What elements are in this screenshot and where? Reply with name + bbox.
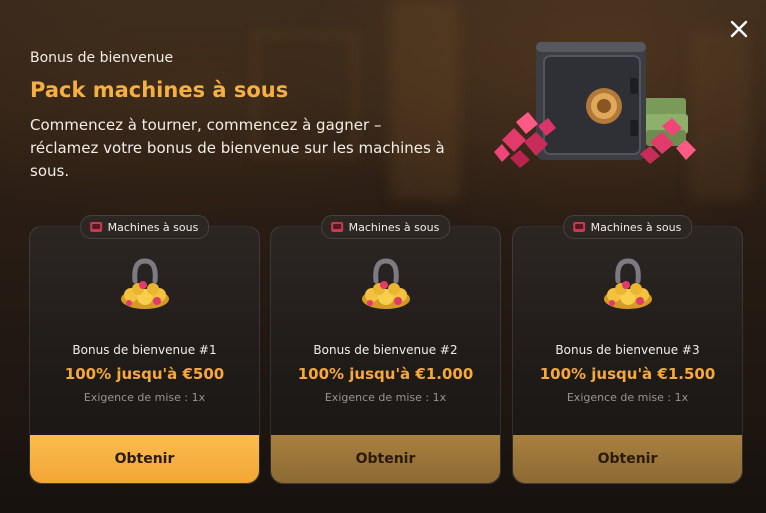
bonus-amount: 100% jusqu'à €1.500 <box>539 365 716 383</box>
claim-button[interactable]: Obtenir <box>271 435 500 483</box>
wagering-requirement: Exigence de mise : 1x <box>324 391 447 404</box>
category-tag-label: Machines à sous <box>107 220 199 234</box>
modal-title: Pack machines à sous <box>30 78 289 102</box>
safe-with-gems-illustration <box>494 42 696 168</box>
wagering-requirement: Exigence de mise : 1x <box>566 391 689 404</box>
slot-machine-icon <box>572 222 585 232</box>
horseshoe-gold-coins-icon <box>361 258 410 309</box>
slot-machine-icon <box>89 222 102 232</box>
bonus-amount: 100% jusqu'à €1.000 <box>297 365 474 383</box>
close-icon <box>730 20 748 38</box>
category-tag: Machines à sous <box>320 215 451 239</box>
wagering-requirement: Exigence de mise : 1x <box>83 391 206 404</box>
bonus-card: Machines à sous Bonus de bienvenue #1 10… <box>29 215 260 484</box>
close-button[interactable] <box>726 16 752 42</box>
horseshoe-gold-coins-icon <box>603 258 652 309</box>
modal-description: Commencez à tourner, commencez à gagner … <box>30 116 445 180</box>
modal-subtitle: Bonus de bienvenue <box>30 50 174 66</box>
slot-machine-icon <box>330 222 343 232</box>
horseshoe-gold-coins-icon <box>120 258 169 309</box>
bonus-cards: Machines à sous Bonus de bienvenue #1 10… <box>29 215 743 484</box>
bonus-name: Bonus de bienvenue #1 <box>72 343 217 357</box>
claim-button[interactable]: Obtenir <box>513 435 742 483</box>
welcome-bonus-modal: Bonus de bienvenue Pack machines à sous … <box>0 0 766 513</box>
category-tag-label: Machines à sous <box>348 220 440 234</box>
bonus-amount: 100% jusqu'à €500 <box>64 365 225 383</box>
bonus-card: Machines à sous Bonus de bienvenue #2 10… <box>270 215 501 484</box>
category-tag: Machines à sous <box>562 215 693 239</box>
category-tag: Machines à sous <box>79 215 210 239</box>
claim-button[interactable]: Obtenir <box>30 435 259 483</box>
bonus-name: Bonus de bienvenue #2 <box>313 343 458 357</box>
bonus-card: Machines à sous Bonus de bienvenue #3 10… <box>512 215 743 484</box>
bonus-name: Bonus de bienvenue #3 <box>555 343 700 357</box>
category-tag-label: Machines à sous <box>590 220 682 234</box>
